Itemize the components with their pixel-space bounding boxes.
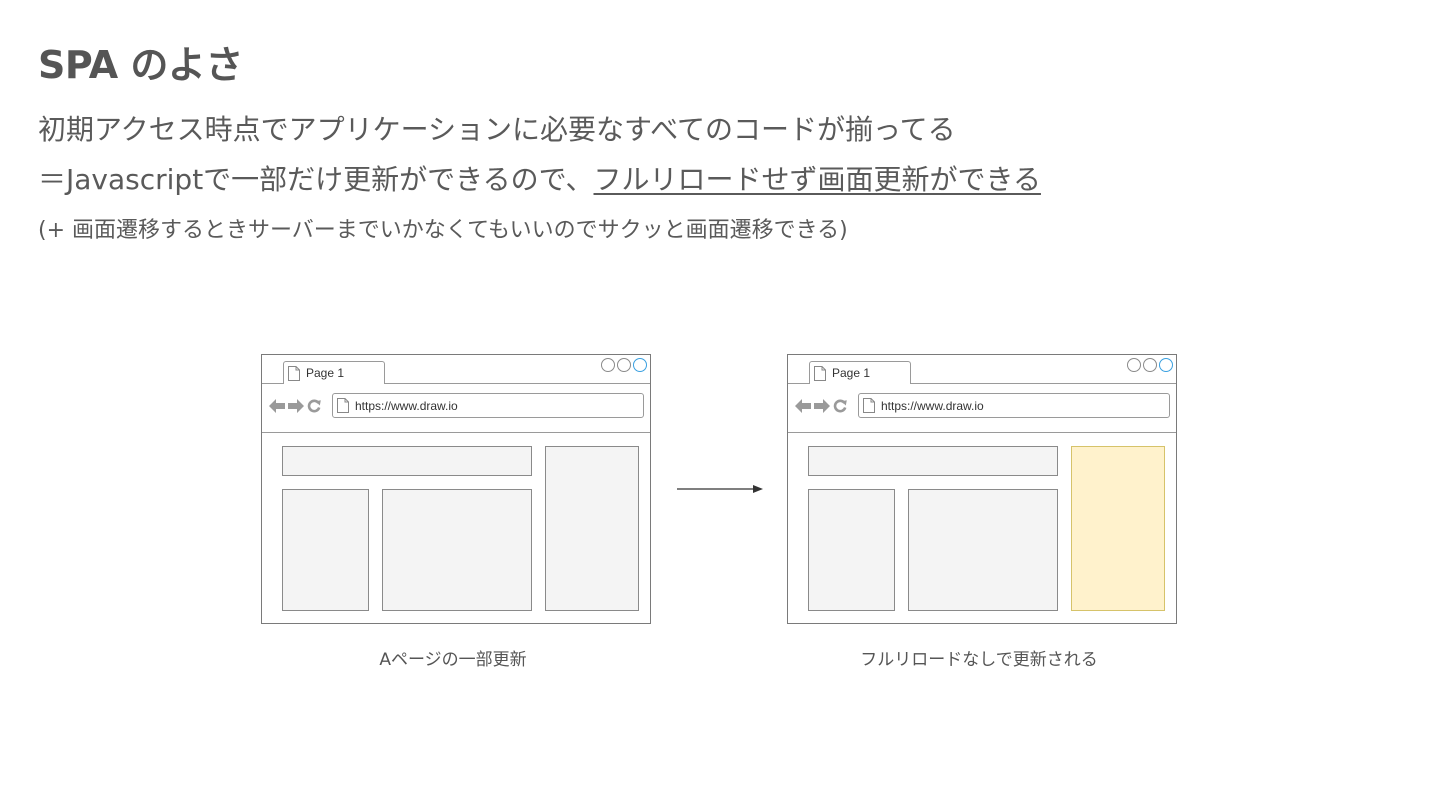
back-arrow-icon <box>795 399 811 413</box>
forward-arrow-icon <box>814 399 830 413</box>
caption-after: フルリロードなしで更新される <box>860 650 1098 670</box>
benefit-prefix: ＝Javascriptで一部だけ更新ができるので、 <box>38 163 594 196</box>
benefit-emphasis: フルリロードせず画面更新ができる <box>593 163 1041 196</box>
tab-label: Page 1 <box>832 366 871 380</box>
address-url: https://www.draw.io <box>355 399 458 413</box>
nav-buttons <box>795 399 847 413</box>
page-icon <box>288 366 300 381</box>
header-panel <box>282 446 532 476</box>
window-control-icon <box>617 358 631 372</box>
toolbar-divider <box>262 432 650 433</box>
browser-mockup-after: Page 1 https://www.draw.io <box>787 354 1177 624</box>
main-panel <box>908 489 1058 611</box>
left-panel <box>282 489 369 611</box>
toolbar-divider <box>788 432 1176 433</box>
benefit-statement: ＝Javascriptで一部だけ更新ができるので、フルリロードせず画面更新ができ… <box>38 158 1041 198</box>
page-icon <box>814 366 826 381</box>
caption-before: Aページの一部更新 <box>379 650 527 670</box>
right-panel <box>545 446 639 611</box>
window-controls <box>601 358 647 372</box>
page-icon <box>337 398 349 413</box>
window-control-icon <box>1159 358 1173 372</box>
back-arrow-icon <box>269 399 285 413</box>
page-icon <box>863 398 875 413</box>
address-bar: https://www.draw.io <box>858 393 1170 418</box>
window-control-icon <box>601 358 615 372</box>
address-bar: https://www.draw.io <box>332 393 644 418</box>
browser-mockup-before: Page 1 https://www.draw.io <box>261 354 651 624</box>
window-control-icon <box>1127 358 1141 372</box>
forward-arrow-icon <box>288 399 304 413</box>
window-control-icon <box>1143 358 1157 372</box>
reload-icon <box>833 399 847 413</box>
arrow-right-icon <box>677 485 763 493</box>
supplementary-note: (+ 画面遷移するときサーバーまでいかなくてもいいのでサクッと画面遷移できる) <box>38 218 848 243</box>
header-panel <box>808 446 1058 476</box>
address-url: https://www.draw.io <box>881 399 984 413</box>
tab-label: Page 1 <box>306 366 345 380</box>
browser-tab: Page 1 <box>283 361 385 384</box>
browser-tab: Page 1 <box>809 361 911 384</box>
slide-title: SPA のよさ <box>38 43 243 87</box>
updated-right-panel <box>1071 446 1165 611</box>
left-panel <box>808 489 895 611</box>
reload-icon <box>307 399 321 413</box>
nav-buttons <box>269 399 321 413</box>
main-point: 初期アクセス時点でアプリケーションに必要なすべてのコードが揃ってる <box>38 113 956 146</box>
window-controls <box>1127 358 1173 372</box>
main-panel <box>382 489 532 611</box>
window-control-icon <box>633 358 647 372</box>
